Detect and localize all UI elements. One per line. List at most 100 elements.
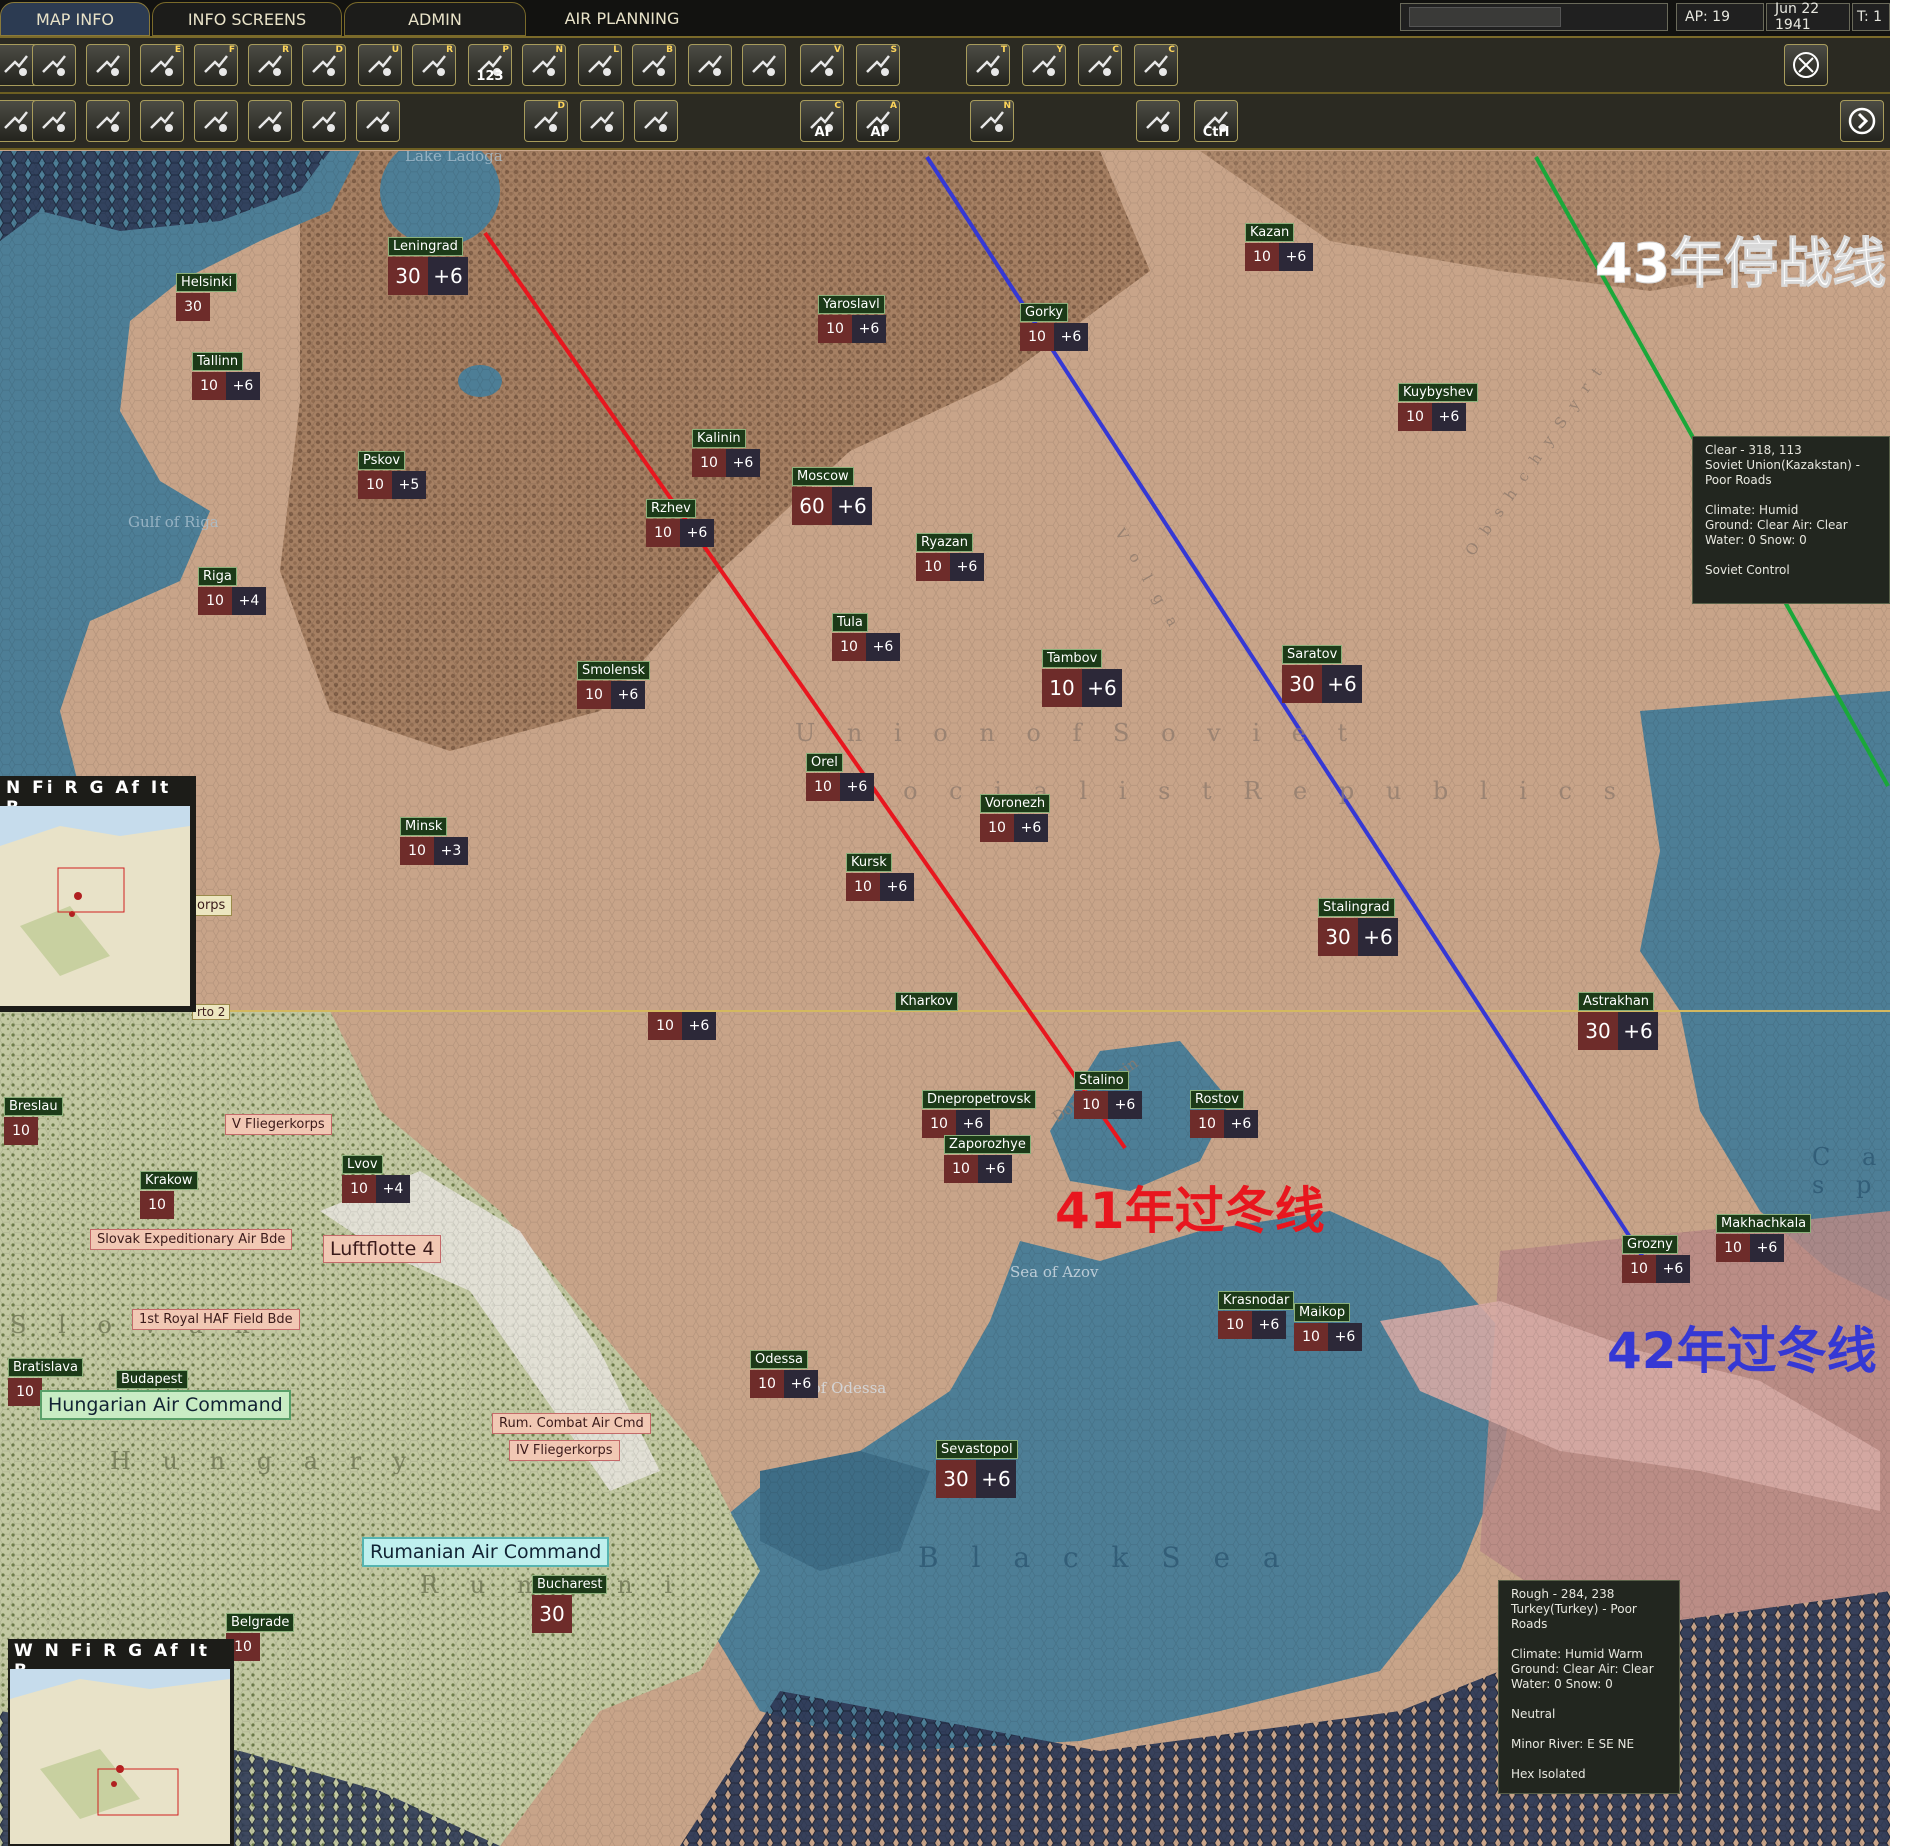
city-marker[interactable]: Orel 10 +6 [806, 751, 874, 801]
city-marker[interactable]: Tallinn 10 +6 [192, 350, 260, 400]
air-mission-icon [590, 111, 614, 132]
city-marker[interactable]: Minsk 10 +3 [400, 815, 468, 865]
unit-royal-haf[interactable]: 1st Royal HAF Field Bde [132, 1309, 300, 1330]
city-marker[interactable]: Kalinin 10 +6 [692, 427, 760, 477]
row1-tool-button[interactable]: U [358, 44, 402, 86]
row2-tool-button[interactable] [32, 100, 76, 142]
row2-tool-button[interactable] [302, 100, 346, 142]
unit-hungarian-air[interactable]: Hungarian Air Command [40, 1390, 291, 1420]
row1-tool-button[interactable]: B [632, 44, 676, 86]
row1-tool-button[interactable]: V [800, 44, 844, 86]
city-marker[interactable]: Leningrad 30 +6 [388, 235, 468, 295]
row1-tool-button[interactable]: F [194, 44, 238, 86]
row2-tool-button[interactable]: Ctrl [1194, 100, 1238, 142]
city-marker[interactable]: Maikop 10 +6 [1294, 1301, 1362, 1351]
row1-tool-button[interactable]: S [856, 44, 900, 86]
row2-tool-button[interactable] [580, 100, 624, 142]
city-marker[interactable]: Moscow 60 +6 [792, 465, 872, 525]
city-marker[interactable]: Pskov 10 +5 [358, 449, 426, 499]
city-marker[interactable]: Ryazan 10 +6 [916, 531, 984, 581]
city-name: Lvov [342, 1155, 383, 1174]
city-marker[interactable]: Kharkov [895, 990, 958, 1011]
row1-tool-button[interactable]: N [522, 44, 566, 86]
row2-tool-button[interactable] [140, 100, 184, 142]
city-marker[interactable]: Lvov 10 +4 [342, 1153, 410, 1203]
row2-tool-button[interactable]: D [524, 100, 568, 142]
city-marker[interactable]: Stalingrad 30 +6 [1318, 896, 1398, 956]
city-marker[interactable]: Tula 10 +6 [832, 611, 900, 661]
city-marker[interactable]: Astrakhan 30 +6 [1578, 990, 1658, 1050]
row1-tool-button[interactable] [688, 44, 732, 86]
row1-tool-button[interactable]: L [578, 44, 622, 86]
label-hungary: H u n g a r y [110, 1447, 419, 1475]
city-marker[interactable]: Dnepropetrovsk 10 +6 [922, 1088, 1036, 1138]
row2-tool-button[interactable] [248, 100, 292, 142]
minimap-top-view[interactable] [0, 806, 190, 1006]
city-marker[interactable]: Zaporozhye 10 +6 [944, 1133, 1031, 1183]
city-marker[interactable]: Saratov 30 +6 [1282, 643, 1362, 703]
city-marker[interactable]: Stalino 10 +6 [1074, 1069, 1142, 1119]
unit-corps[interactable]: orps [190, 895, 233, 916]
minimap-bottom-view[interactable] [10, 1669, 230, 1844]
city-marker[interactable]: Rostov 10 +6 [1190, 1088, 1258, 1138]
city-marker[interactable]: Breslau 10 [4, 1095, 63, 1145]
city-marker[interactable]: Gorky 10 +6 [1020, 301, 1088, 351]
row2-tool-button[interactable] [1136, 100, 1180, 142]
row2-tool-button[interactable] [194, 100, 238, 142]
row1-tool-button[interactable]: T [966, 44, 1010, 86]
city-marker[interactable]: Odessa 10 +6 [750, 1348, 818, 1398]
city-marker[interactable]: Yaroslavl 10 +6 [818, 293, 886, 343]
tab-admin[interactable]: ADMIN [344, 2, 526, 36]
row1-tool-button[interactable] [86, 44, 130, 86]
row2-tool-button[interactable]: C AI [800, 100, 844, 142]
tab-air-planning[interactable]: AIR PLANNING [532, 2, 712, 34]
row1-tool-button[interactable] [742, 44, 786, 86]
unit-luftflotte-4[interactable]: Luftflotte 4 [323, 1235, 442, 1263]
row2-tool-button[interactable] [86, 100, 130, 142]
row1-tool-button[interactable]: P 123 [468, 44, 512, 86]
unit-iv-fliegerkorps[interactable]: IV Fliegerkorps [509, 1440, 620, 1461]
tab-info-screens[interactable]: INFO SCREENS [152, 2, 342, 36]
city-marker[interactable]: Grozny 10 +6 [1622, 1233, 1690, 1283]
city-marker[interactable]: Voronezh 10 +6 [980, 792, 1051, 842]
row1-tool-button[interactable] [32, 44, 76, 86]
row2-tool-button[interactable]: N [970, 100, 1014, 142]
unit-slovak-air[interactable]: Slovak Expeditionary Air Bde [90, 1229, 293, 1250]
city-capacity: 10 [818, 315, 852, 343]
row1-tool-button[interactable]: R [248, 44, 292, 86]
unit-corps-2[interactable]: rto 2 [192, 1004, 231, 1020]
city-marker[interactable]: Belgrade 10 [226, 1611, 295, 1661]
city-values: 10 +6 [577, 681, 650, 709]
city-marker[interactable]: Helsinki 30 [176, 271, 238, 321]
city-marker[interactable]: Tambov 10 +6 [1042, 647, 1122, 707]
city-marker[interactable]: Smolensk 10 +6 [577, 659, 651, 709]
city-marker[interactable]: Rzhev 10 +6 [646, 497, 714, 547]
row2-tool-button[interactable] [356, 100, 400, 142]
city-marker[interactable]: Kursk 10 +6 [846, 851, 914, 901]
tab-map-info[interactable]: MAP INFO [0, 2, 150, 36]
next-turn-button[interactable] [1840, 100, 1884, 142]
row1-tool-button[interactable]: C [1134, 44, 1178, 86]
row2-tool-button[interactable]: A AI [856, 100, 900, 142]
unit-v-fliegerkorps[interactable]: V Fliegerkorps [225, 1114, 332, 1135]
close-map-button[interactable] [1784, 44, 1828, 86]
game-map[interactable]: U n i o n o f S o v i e t S o c i a l i … [0, 151, 1890, 1846]
city-marker[interactable]: Kazan 10 +6 [1245, 221, 1313, 271]
city-marker[interactable]: Makhachkala 10 +6 [1716, 1212, 1812, 1262]
city-marker[interactable]: 10 +6 [648, 1011, 716, 1040]
city-marker[interactable]: Riga 10 +4 [198, 565, 266, 615]
row1-tool-button[interactable]: D [302, 44, 346, 86]
row1-tool-button[interactable]: Y [1022, 44, 1066, 86]
city-marker[interactable]: Bucharest 30 [532, 1573, 608, 1633]
city-marker[interactable]: Sevastopol 30 +6 [936, 1438, 1018, 1498]
row1-tool-button[interactable]: E [140, 44, 184, 86]
city-values: 10 +5 [358, 471, 426, 499]
city-marker[interactable]: Krasnodar 10 +6 [1218, 1289, 1295, 1339]
row1-tool-button[interactable]: R [412, 44, 456, 86]
row2-tool-button[interactable] [634, 100, 678, 142]
row1-tool-button[interactable]: C [1078, 44, 1122, 86]
unit-rumanian-air[interactable]: Rumanian Air Command [362, 1537, 610, 1567]
unit-rum-combat[interactable]: Rum. Combat Air Cmd [492, 1413, 651, 1434]
city-marker[interactable]: Krakow 10 [140, 1169, 198, 1219]
city-marker[interactable]: Kuybyshev 10 +6 [1398, 381, 1479, 431]
